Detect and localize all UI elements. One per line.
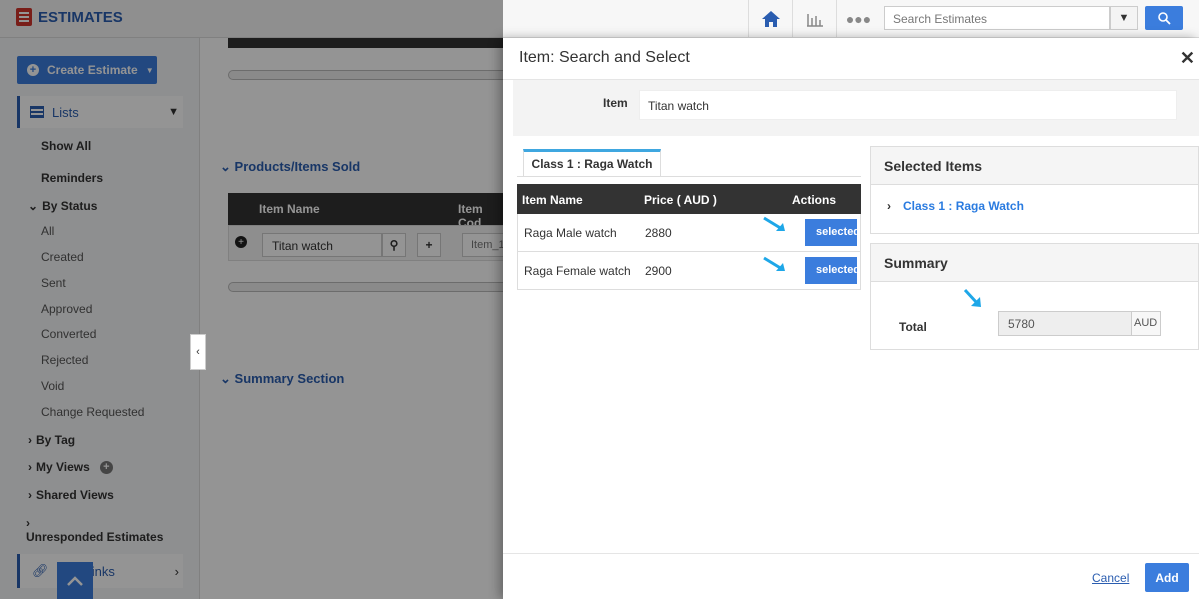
pointer-arrow-icon [763, 256, 785, 271]
cancel-button[interactable]: Cancel [1092, 571, 1129, 585]
home-icon[interactable] [748, 0, 792, 38]
pointer-arrow-icon [963, 288, 981, 307]
total-value: 5780 [998, 311, 1132, 336]
col-item-name: Item Name [522, 193, 583, 207]
results-table-header: Item Name Price ( AUD ) Actions [517, 184, 861, 214]
summary-title: Summary [871, 244, 1198, 282]
row-item-name: Raga Female watch [524, 264, 631, 278]
summary-panel: Summary Total 5780 AUD [870, 243, 1199, 350]
close-icon[interactable]: ✕ [1180, 48, 1195, 69]
chevron-right-icon: › [887, 199, 891, 213]
item-search-modal: Item: Search and Select ✕ Item Titan wat… [503, 38, 1199, 599]
selected-group-item[interactable]: › Class 1 : Raga Watch [887, 199, 1024, 213]
tab-class-raga-watch[interactable]: Class 1 : Raga Watch [523, 149, 661, 177]
row-item-name: Raga Male watch [524, 226, 617, 240]
search-button[interactable] [1145, 6, 1183, 30]
add-button[interactable]: Add [1145, 563, 1189, 592]
selected-items-title: Selected Items [871, 147, 1198, 185]
total-unit: AUD [1131, 311, 1161, 336]
col-actions: Actions [792, 193, 837, 207]
tab-divider [517, 176, 861, 177]
item-label: Item [603, 96, 628, 110]
chevron-down-icon[interactable]: ▼ [1110, 6, 1138, 30]
selected-button[interactable]: selected [805, 257, 857, 284]
item-search-bar: Item Titan watch [513, 80, 1199, 136]
more-icon[interactable]: ●●● [836, 0, 880, 38]
modal-title: Item: Search and Select [519, 49, 690, 66]
total-label: Total [899, 320, 927, 334]
modal-backdrop[interactable] [0, 0, 503, 599]
row-price: 2900 [645, 264, 672, 278]
search-input[interactable]: Search Estimates [884, 6, 1110, 30]
modal-header: Item: Search and Select ✕ [503, 38, 1199, 80]
bar-chart-icon[interactable] [792, 0, 836, 38]
col-price: Price ( AUD ) [644, 193, 717, 207]
selected-group-label: Class 1 : Raga Watch [903, 199, 1024, 213]
item-search-input[interactable]: Titan watch [639, 90, 1177, 120]
collapse-sidebar-button[interactable]: ‹ [190, 334, 206, 370]
row-price: 2880 [645, 226, 672, 240]
table-row: Raga Female watch 2900 selected [517, 252, 861, 290]
selected-items-panel: Selected Items › Class 1 : Raga Watch [870, 146, 1199, 234]
selected-button[interactable]: selected [805, 219, 857, 246]
pointer-arrow-icon [763, 216, 785, 231]
table-row: Raga Male watch 2880 selected [517, 214, 861, 252]
modal-footer: Cancel Add [503, 553, 1199, 599]
search-icon [1157, 11, 1171, 25]
